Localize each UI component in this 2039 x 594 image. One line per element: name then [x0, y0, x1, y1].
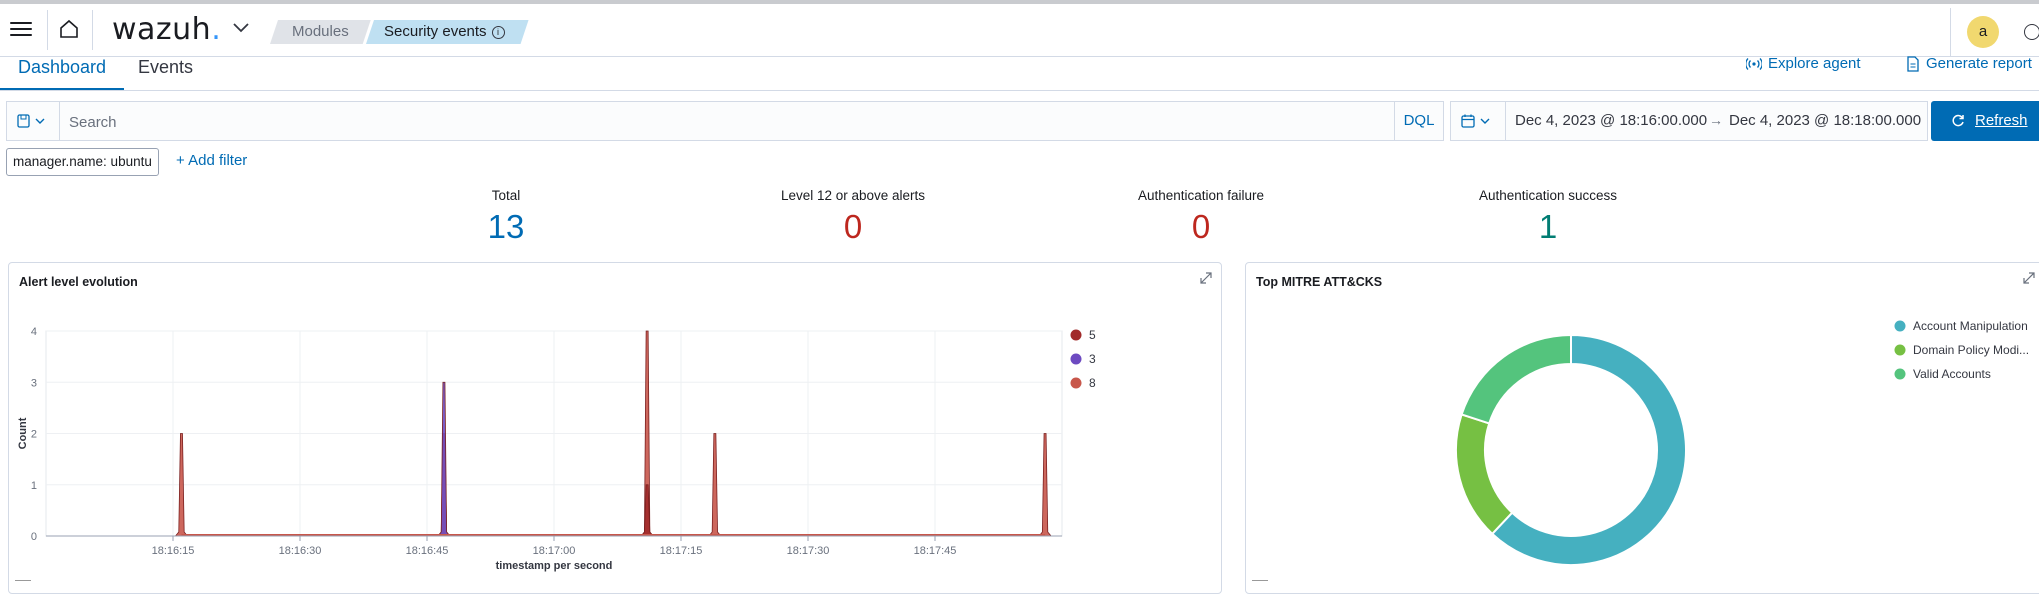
- mitre-panel: Top MITRE ATT&CKS Account Manipulation Do…: [1245, 262, 2039, 594]
- metric-auth-failure: Authentication failure 0: [1081, 188, 1321, 246]
- menu-icon[interactable]: [10, 18, 32, 40]
- tab-events[interactable]: Events: [138, 56, 193, 90]
- x-tick-label: 18:16:45: [406, 545, 449, 557]
- x-tick-label: 18:17:30: [787, 545, 830, 557]
- tab-dashboard[interactable]: Dashboard: [0, 56, 125, 90]
- alert-level-chart: 0 1 2 3 4 18:16:15 18:16:30 18:16:45 18:17:00 18:…: [17, 326, 1096, 572]
- help-icon[interactable]: [2024, 24, 2039, 40]
- legend-swatch: [1894, 344, 1906, 356]
- date-picker: Dec 4, 2023 @ 18:16:00.000 → Dec 4, 2023…: [1450, 101, 1928, 141]
- refresh-icon: [1952, 114, 1964, 127]
- home-button[interactable]: [47, 10, 93, 50]
- add-filter-button[interactable]: + Add filter: [176, 152, 247, 169]
- metric-value[interactable]: 13: [386, 208, 626, 246]
- legend-label: Account Manipulation: [1913, 319, 2028, 333]
- x-tick-label: 18:16:15: [152, 545, 195, 557]
- antenna-icon: [1745, 58, 1763, 70]
- refresh-button[interactable]: Refresh: [1931, 101, 2039, 141]
- area-spike-level-3: [437, 381, 451, 537]
- saved-query-button[interactable]: [7, 102, 60, 140]
- dql-toggle[interactable]: DQL: [1394, 102, 1443, 140]
- generate-report-button[interactable]: Generate report: [1906, 55, 2032, 72]
- donut-slice: [1455, 413, 1514, 536]
- legend-label: Valid Accounts: [1913, 367, 1991, 381]
- legend-swatch: [1894, 368, 1906, 380]
- donut-slice: [1460, 333, 1572, 425]
- legend-swatch: [1070, 377, 1082, 389]
- legend-label: Domain Policy Modi...: [1913, 343, 2029, 357]
- mitre-donut-chart: Account Manipulation Domain Policy Modi..…: [1455, 319, 2029, 566]
- metric-label: Total: [491, 188, 521, 203]
- legend-swatch: [1894, 320, 1906, 332]
- quick-date-menu-button[interactable]: [1451, 102, 1506, 140]
- breadcrumb-modules[interactable]: Modules: [270, 20, 371, 44]
- header: wazuh. Modules Security events i a: [0, 4, 2039, 57]
- avatar[interactable]: a: [1967, 16, 1999, 48]
- tab-bar: Dashboard Events: [0, 56, 2039, 91]
- metric-total: Total 13: [386, 188, 626, 246]
- alert-level-panel: Alert level evolution 0 1 2 3 4 18:16:15 18:16…: [8, 262, 1222, 594]
- metric-auth-success: Authentication success 1: [1428, 188, 1668, 246]
- x-tick-label: 18:16:30: [279, 545, 322, 557]
- legend-toggle-icon[interactable]: [15, 580, 31, 591]
- area-spike-level-5: [640, 484, 654, 537]
- info-icon: i: [492, 26, 505, 39]
- metric-label: Authentication failure: [1137, 188, 1265, 203]
- save-icon: [17, 114, 45, 128]
- legend-label: 5: [1089, 328, 1096, 342]
- metric-value[interactable]: 1: [1428, 208, 1668, 246]
- start-date[interactable]: Dec 4, 2023 @ 18:16:00.000: [1515, 112, 1707, 129]
- end-date[interactable]: Dec 4, 2023 @ 18:18:00.000: [1729, 112, 1921, 129]
- arrow-right-icon: →: [1709, 112, 1723, 128]
- wazuh-logo[interactable]: wazuh.: [112, 12, 221, 47]
- y-tick-label: 4: [31, 326, 37, 338]
- metric-value[interactable]: 0: [733, 208, 973, 246]
- home-icon: [60, 19, 78, 38]
- breadcrumb-security-events[interactable]: Security events i: [366, 20, 529, 44]
- legend-label: 8: [1089, 376, 1096, 390]
- y-tick-label: 2: [31, 429, 37, 441]
- x-axis-label: timestamp per second: [496, 560, 613, 572]
- x-tick-label: 18:17:45: [914, 545, 957, 557]
- calendar-icon: [1461, 114, 1490, 128]
- y-tick-label: 1: [31, 480, 37, 492]
- y-axis-label: Count: [17, 417, 29, 449]
- metric-value[interactable]: 0: [1081, 208, 1321, 246]
- x-tick-label: 18:17:00: [533, 545, 576, 557]
- metric-level12: Level 12 or above alerts 0: [733, 188, 973, 246]
- legend-swatch: [1070, 329, 1082, 341]
- metric-label: Level 12 or above alerts: [780, 188, 926, 203]
- legend-toggle-icon[interactable]: [1252, 580, 1268, 591]
- filter-pill[interactable]: manager.name: ubuntu: [6, 148, 159, 176]
- chevron-down-icon[interactable]: [232, 22, 250, 34]
- search-input[interactable]: [67, 111, 1391, 133]
- explore-agent-button[interactable]: Explore agent: [1745, 55, 1861, 72]
- legend-swatch: [1070, 353, 1082, 365]
- legend-label: 3: [1089, 352, 1096, 366]
- query-bar: DQL: [6, 101, 1444, 141]
- y-tick-label: 3: [31, 377, 37, 389]
- header-divider: [1950, 8, 1951, 56]
- metric-label: Authentication success: [1478, 188, 1618, 203]
- y-tick-label: 0: [31, 531, 37, 543]
- document-icon: [1907, 56, 1919, 72]
- x-tick-label: 18:17:15: [660, 545, 703, 557]
